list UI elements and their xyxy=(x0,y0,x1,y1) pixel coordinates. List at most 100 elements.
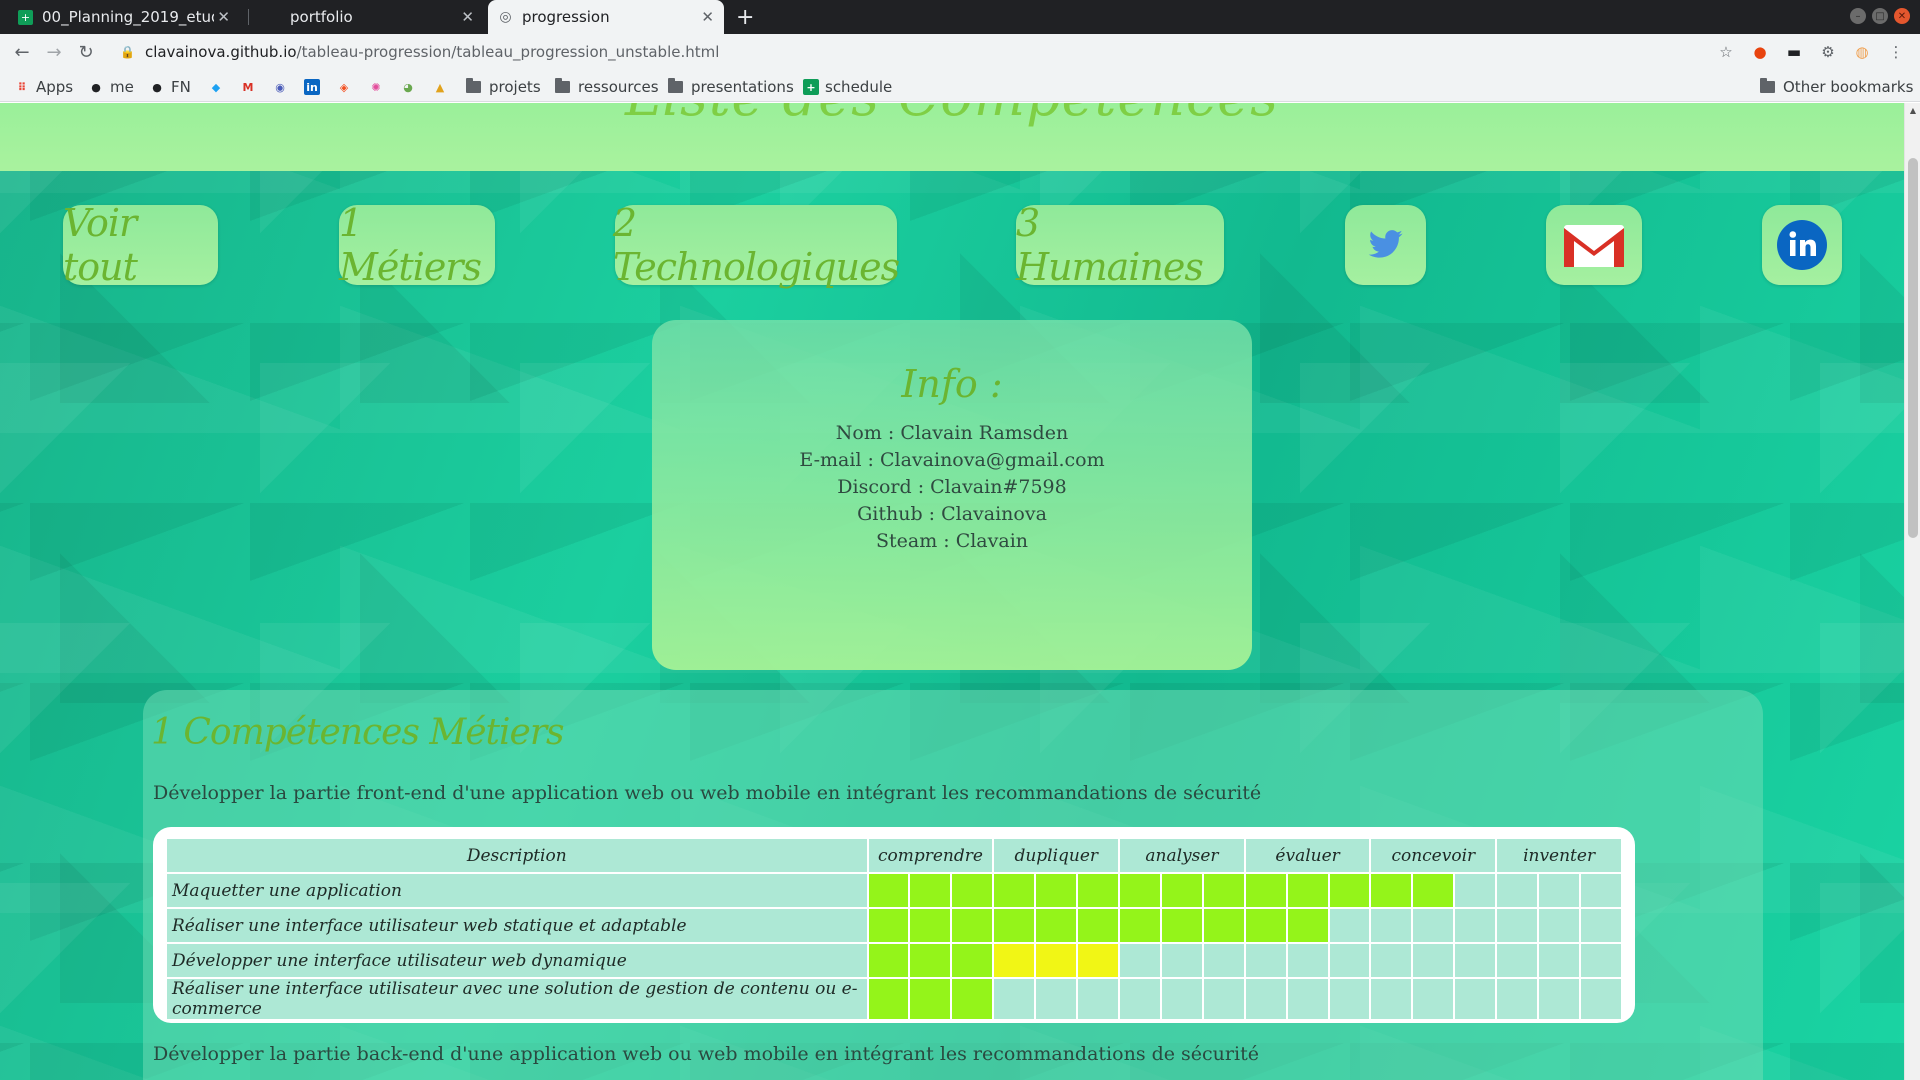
info-title: Info : xyxy=(901,362,1003,406)
scroll-up-icon[interactable]: ▲ xyxy=(1908,106,1918,116)
progress-cell-filled xyxy=(1243,872,1288,909)
bookmark-figma[interactable]: ◈ xyxy=(336,77,358,97)
progress-cell-empty xyxy=(1243,977,1288,1021)
table-row: Réaliser une interface utilisateur avec … xyxy=(165,977,1624,1021)
progress-cell-filled xyxy=(866,942,911,979)
tab-progression[interactable]: ◎ progression ✕ xyxy=(488,0,724,34)
progress-cell-filled xyxy=(1201,872,1246,909)
scroll-thumb[interactable] xyxy=(1908,158,1918,538)
progress-cell-empty xyxy=(1453,942,1498,979)
folder-icon xyxy=(1760,78,1775,93)
nav-label: 3 Humaines xyxy=(1016,201,1204,289)
gmail-button[interactable] xyxy=(1546,205,1642,285)
progress-cell-filled xyxy=(950,872,995,909)
progress-cell-filled xyxy=(1327,872,1372,909)
info-discord: Discord : Clavain#7598 xyxy=(837,476,1067,498)
table-body: Maquetter une application Réaliser une in… xyxy=(165,872,1624,1021)
competence-table-container: Description comprendre dupliquer analyse… xyxy=(153,827,1635,1023)
progress-cell-empty xyxy=(1243,942,1288,979)
progress-cell-filled xyxy=(908,872,953,909)
progress-cell-filled xyxy=(1285,872,1330,909)
progress-cell-empty xyxy=(1369,942,1414,979)
column-header-concevoir: concevoir xyxy=(1369,837,1498,874)
linkedin-button[interactable] xyxy=(1762,205,1842,285)
progress-cell-empty xyxy=(1495,907,1540,944)
progress-cell-empty xyxy=(1118,977,1162,1021)
extension-gear-icon[interactable]: ⚙ xyxy=(1818,42,1838,62)
page-scrollbar[interactable]: ▲ xyxy=(1904,103,1920,1080)
extension-terminal-icon[interactable]: ▬ xyxy=(1784,42,1804,62)
progress-cell-partial xyxy=(1076,942,1121,979)
bookmark-gmail[interactable]: M xyxy=(240,77,262,97)
bookmark-other[interactable]: Other bookmarks xyxy=(1760,77,1913,97)
close-icon[interactable]: ✕ xyxy=(701,8,714,26)
linkedin-icon: in xyxy=(304,79,320,95)
progress-cell-filled xyxy=(1034,907,1079,944)
star-icon[interactable]: ☆ xyxy=(1716,42,1736,62)
progress-cell-partial xyxy=(1034,942,1079,979)
bookmark-label: projets xyxy=(489,78,541,96)
twitter-button[interactable] xyxy=(1345,205,1426,285)
nav-technologiques[interactable]: 2 Technologiques xyxy=(613,201,900,289)
bookmark-ressources[interactable]: ressources xyxy=(555,77,659,97)
minimize-icon[interactable]: – xyxy=(1850,8,1866,24)
close-window-icon[interactable]: ✕ xyxy=(1894,8,1910,24)
close-icon[interactable]: ✕ xyxy=(217,8,230,26)
tab-portfolio[interactable]: portfolio ✕ xyxy=(256,0,484,34)
apps-grid-icon: ⠿ xyxy=(17,80,27,94)
bookmark-presentations[interactable]: presentations xyxy=(668,77,794,97)
info-lines: Nom : Clavain Ramsden E-mail : Clavainov… xyxy=(652,420,1252,555)
back-icon[interactable]: ← xyxy=(10,40,34,64)
competence-description: Développer une interface utilisateur web… xyxy=(165,942,869,979)
bookmark-linkedin[interactable]: in xyxy=(304,77,326,97)
bookmark-label: me xyxy=(110,78,134,96)
nav-voir-tout[interactable]: Voir tout xyxy=(63,201,218,289)
progress-cell-empty xyxy=(1495,872,1540,909)
nav-humaines[interactable]: 3 Humaines xyxy=(1016,201,1224,289)
maximize-icon[interactable]: □ xyxy=(1872,8,1888,24)
github-icon: ● xyxy=(91,80,101,94)
bookmark-twitter[interactable]: ◆ xyxy=(208,77,230,97)
progress-cell-filled xyxy=(908,907,953,944)
url-path: /tableau-progression/tableau_progression… xyxy=(296,43,720,61)
window-controls: – □ ✕ xyxy=(1850,8,1910,24)
reload-icon[interactable]: ↻ xyxy=(74,40,98,64)
circle-logo-icon: ◕ xyxy=(403,80,413,94)
bookmark-ubuntu[interactable]: ◕ xyxy=(400,77,422,97)
figma-icon: ◈ xyxy=(339,80,349,94)
bookmark-schedule[interactable]: + schedule xyxy=(803,77,892,97)
progress-cell-empty xyxy=(1034,977,1079,1021)
close-icon[interactable]: ✕ xyxy=(461,8,474,26)
section-subtitle-front-end: Développer la partie front-end d'une app… xyxy=(153,782,1262,804)
progress-cell-filled xyxy=(908,977,953,1021)
progress-cell-empty xyxy=(1160,942,1204,979)
address-bar[interactable]: 🔒 clavainova.github.io/tableau-progressi… xyxy=(108,37,1728,67)
progress-cell-filled xyxy=(992,872,1037,909)
table-row: Réaliser une interface utilisateur web s… xyxy=(165,907,1624,944)
progress-cell-filled xyxy=(950,907,995,944)
progress-cell-empty xyxy=(1453,872,1498,909)
bookmark-apps[interactable]: ⠿ Apps xyxy=(14,77,73,97)
bookmark-me[interactable]: ● me xyxy=(88,77,134,97)
bookmark-colors[interactable]: ✺ xyxy=(368,77,390,97)
progress-cell-empty xyxy=(1076,977,1121,1021)
bookmark-mountain[interactable]: ▲ xyxy=(432,77,454,97)
forward-icon[interactable]: → xyxy=(42,40,66,64)
page-title: Liste des Compétences xyxy=(0,103,1904,128)
profile-avatar-icon[interactable]: ◍ xyxy=(1852,42,1872,62)
nav-metiers[interactable]: 1 Métiers xyxy=(339,201,495,289)
progress-cell-filled xyxy=(992,907,1037,944)
bookmark-discord[interactable]: ◉ xyxy=(272,77,294,97)
extension-alert-icon[interactable]: ● xyxy=(1750,42,1770,62)
progress-cell-empty xyxy=(1201,977,1246,1021)
page-header: Liste des Compétences xyxy=(0,103,1904,171)
menu-icon[interactable]: ⋮ xyxy=(1886,42,1906,62)
bookmark-projets[interactable]: projets xyxy=(466,77,541,97)
new-tab-button[interactable]: + xyxy=(736,0,754,34)
progress-cell-empty xyxy=(1537,907,1581,944)
nav-label: 2 Technologiques xyxy=(612,201,900,289)
tab-planning[interactable]: + 00_Planning_2019_etudia ✕ xyxy=(8,0,240,34)
progress-cell-filled xyxy=(950,977,995,1021)
bookmark-fn[interactable]: ● FN xyxy=(149,77,191,97)
progress-cell-empty xyxy=(1495,942,1540,979)
